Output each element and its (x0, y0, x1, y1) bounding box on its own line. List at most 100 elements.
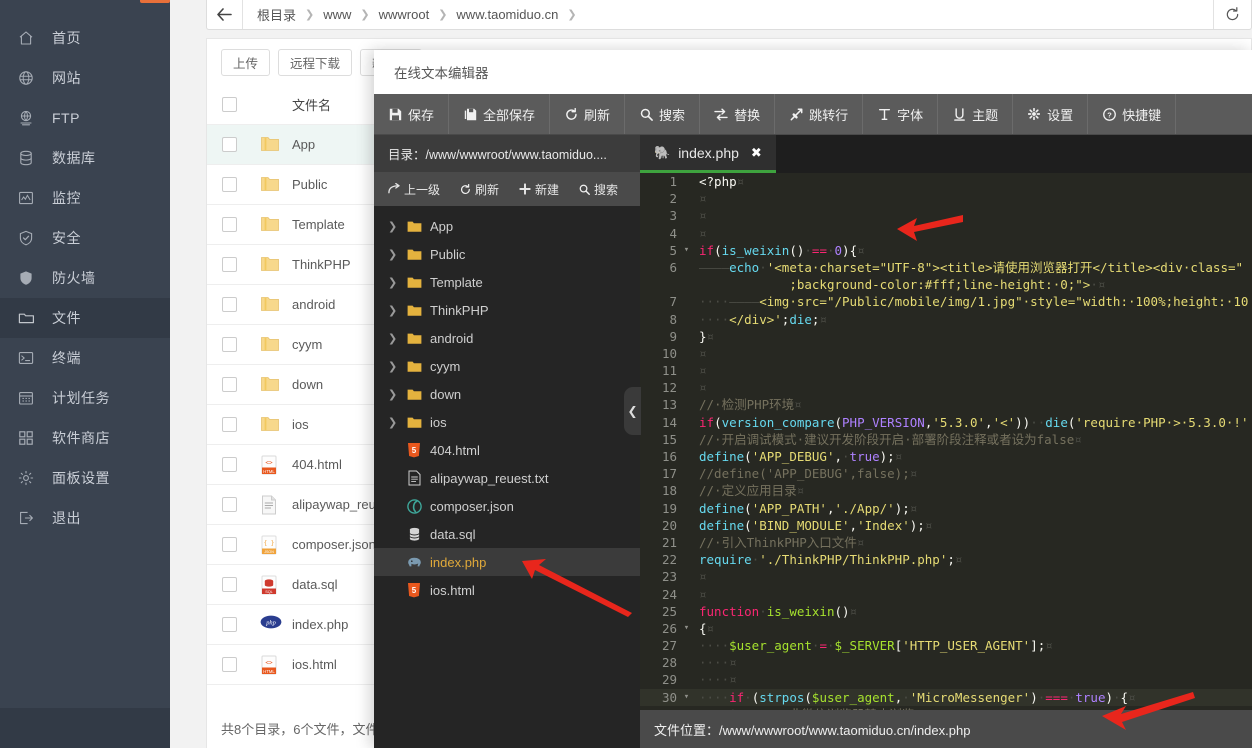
row-checkbox[interactable] (222, 457, 237, 472)
chevron-right-icon[interactable]: ❯ (388, 304, 398, 317)
fold-toggle-icon[interactable] (682, 517, 691, 534)
code-line[interactable]: 30▾····if·(strpos($user_agent,·'MicroMes… (640, 689, 1252, 706)
code-line[interactable]: 18//·定义应用目录¤ (640, 482, 1252, 499)
editor-toolbar-button[interactable]: 主题 (938, 94, 1013, 134)
fold-toggle-icon[interactable] (682, 551, 691, 568)
tree-item[interactable]: index.php (374, 548, 640, 576)
code-line[interactable]: 19define('APP_PATH','./App/');¤ (640, 500, 1252, 517)
code-line[interactable]: 13//·检测PHP环境¤ (640, 396, 1252, 413)
fold-toggle-icon[interactable] (682, 259, 691, 276)
code-line[interactable]: 25function·is_weixin()¤ (640, 603, 1252, 620)
sidebar-item-10[interactable]: 软件商店 (0, 418, 170, 458)
fold-toggle-icon[interactable] (682, 396, 691, 413)
file-name-cell[interactable]: down (251, 375, 323, 395)
editor-toolbar-button[interactable]: 刷新 (550, 94, 625, 134)
editor-toolbar-button[interactable]: 替换 (700, 94, 775, 134)
row-checkbox-cell[interactable] (207, 257, 251, 272)
tree-tool-button[interactable]: 搜索 (569, 181, 628, 198)
file-name-cell[interactable]: SQLdata.sql (251, 575, 338, 595)
fold-toggle-icon[interactable] (682, 276, 691, 293)
code-line[interactable]: 4¤ (640, 225, 1252, 242)
tree-tool-button[interactable]: 新建 (509, 181, 569, 198)
fold-toggle-icon[interactable] (682, 534, 691, 551)
file-toolbar-button[interactable]: 远程下载 (278, 49, 352, 76)
file-name-cell[interactable]: JSON{ }composer.json (251, 535, 376, 555)
sidebar-item-9[interactable]: 计划任务 (0, 378, 170, 418)
code-line[interactable]: 1<?php¤ (640, 173, 1252, 190)
code-editor-area[interactable]: 1<?php¤2¤3¤4¤5▾if(is_weixin()·==·0){¤6——… (640, 173, 1252, 710)
breadcrumb-item[interactable]: www (323, 7, 351, 22)
sidebar-item-12[interactable]: 退出 (0, 498, 170, 538)
code-line[interactable]: 10¤ (640, 345, 1252, 362)
row-checkbox-cell[interactable] (207, 537, 251, 552)
sidebar-item-6[interactable]: 防火墙 (0, 258, 170, 298)
row-checkbox[interactable] (222, 417, 237, 432)
fold-toggle-icon[interactable] (682, 603, 691, 620)
fold-toggle-icon[interactable] (682, 190, 691, 207)
code-line[interactable]: 7····————<img·src="/Public/mobile/img/1.… (640, 293, 1252, 310)
row-checkbox-cell[interactable] (207, 617, 251, 632)
sidebar-item-11[interactable]: 面板设置 (0, 458, 170, 498)
sidebar-item-5[interactable]: 安全 (0, 218, 170, 258)
fold-toggle-icon[interactable] (682, 637, 691, 654)
row-checkbox[interactable] (222, 217, 237, 232)
code-line[interactable]: ;background-color:#fff;line-height:·0;">… (640, 276, 1252, 293)
editor-toolbar-button[interactable]: 保存 (374, 94, 449, 134)
row-checkbox-cell[interactable] (207, 497, 251, 512)
fold-toggle-icon[interactable] (682, 568, 691, 585)
code-line[interactable]: 5▾if(is_weixin()·==·0){¤ (640, 242, 1252, 259)
row-checkbox[interactable] (222, 497, 237, 512)
select-all-checkbox-cell[interactable] (207, 97, 251, 112)
row-checkbox[interactable] (222, 377, 237, 392)
breadcrumb-item[interactable]: 根目录 (257, 5, 296, 24)
row-checkbox-cell[interactable] (207, 417, 251, 432)
row-checkbox-cell[interactable] (207, 377, 251, 392)
editor-toolbar-button[interactable]: 全部保存 (449, 94, 550, 134)
sidebar-item-7[interactable]: 文件 (0, 298, 170, 338)
editor-toolbar-button[interactable]: 跳转行 (775, 94, 863, 134)
file-name-cell[interactable]: cyym (251, 335, 322, 355)
row-checkbox-cell[interactable] (207, 577, 251, 592)
row-checkbox-cell[interactable] (207, 457, 251, 472)
row-checkbox[interactable] (222, 137, 237, 152)
fold-toggle-icon[interactable] (682, 362, 691, 379)
file-name-cell[interactable]: Public (251, 175, 327, 195)
code-line[interactable]: 2¤ (640, 190, 1252, 207)
code-line[interactable]: 9}¤ (640, 328, 1252, 345)
code-line[interactable]: 8····</div>';die;¤ (640, 311, 1252, 328)
row-checkbox-cell[interactable] (207, 337, 251, 352)
code-line[interactable]: 14if(version_compare(PHP_VERSION,'5.3.0'… (640, 414, 1252, 431)
fold-toggle-icon[interactable] (682, 482, 691, 499)
file-name-cell[interactable]: android (251, 295, 335, 315)
code-line[interactable]: 22require·'./ThinkPHP/ThinkPHP.php';¤ (640, 551, 1252, 568)
sidebar-item-8[interactable]: 终端 (0, 338, 170, 378)
tree-item[interactable]: alipaywap_reuest.txt (374, 464, 640, 492)
tree-item[interactable]: composer.json (374, 492, 640, 520)
row-checkbox-cell[interactable] (207, 137, 251, 152)
row-checkbox[interactable] (222, 577, 237, 592)
code-line[interactable]: 27····$user_agent·=·$_SERVER['HTTP_USER_… (640, 637, 1252, 654)
row-checkbox[interactable] (222, 537, 237, 552)
tree-item[interactable]: data.sql (374, 520, 640, 548)
code-line[interactable]: 6————echo·'<meta·charset="UTF-8"><title>… (640, 259, 1252, 276)
file-name-cell[interactable]: HTML<>ios.html (251, 655, 337, 675)
code-line[interactable]: 26▾{¤ (640, 620, 1252, 637)
row-checkbox[interactable] (222, 617, 237, 632)
fold-toggle-icon[interactable] (682, 293, 691, 310)
fold-toggle-icon[interactable] (682, 173, 691, 190)
code-line[interactable]: 3¤ (640, 207, 1252, 224)
fold-toggle-icon[interactable] (682, 311, 691, 328)
editor-toolbar-button[interactable]: ?快捷键 (1088, 94, 1176, 134)
editor-toolbar-button[interactable]: 搜索 (625, 94, 700, 134)
breadcrumb-item[interactable]: wwwroot (379, 7, 430, 22)
sidebar-item-4[interactable]: 监控 (0, 178, 170, 218)
back-button[interactable] (207, 0, 243, 29)
fold-toggle-icon[interactable] (682, 671, 691, 688)
sidebar-item-3[interactable]: 数据库 (0, 138, 170, 178)
chevron-right-icon[interactable]: ❯ (388, 388, 398, 401)
sidebar-item-2[interactable]: FTP (0, 98, 170, 138)
code-line[interactable]: 29····¤ (640, 671, 1252, 688)
chevron-right-icon[interactable]: ❯ (388, 332, 398, 345)
fold-toggle-icon[interactable] (682, 379, 691, 396)
tree-item[interactable]: ❯ios (374, 408, 640, 436)
